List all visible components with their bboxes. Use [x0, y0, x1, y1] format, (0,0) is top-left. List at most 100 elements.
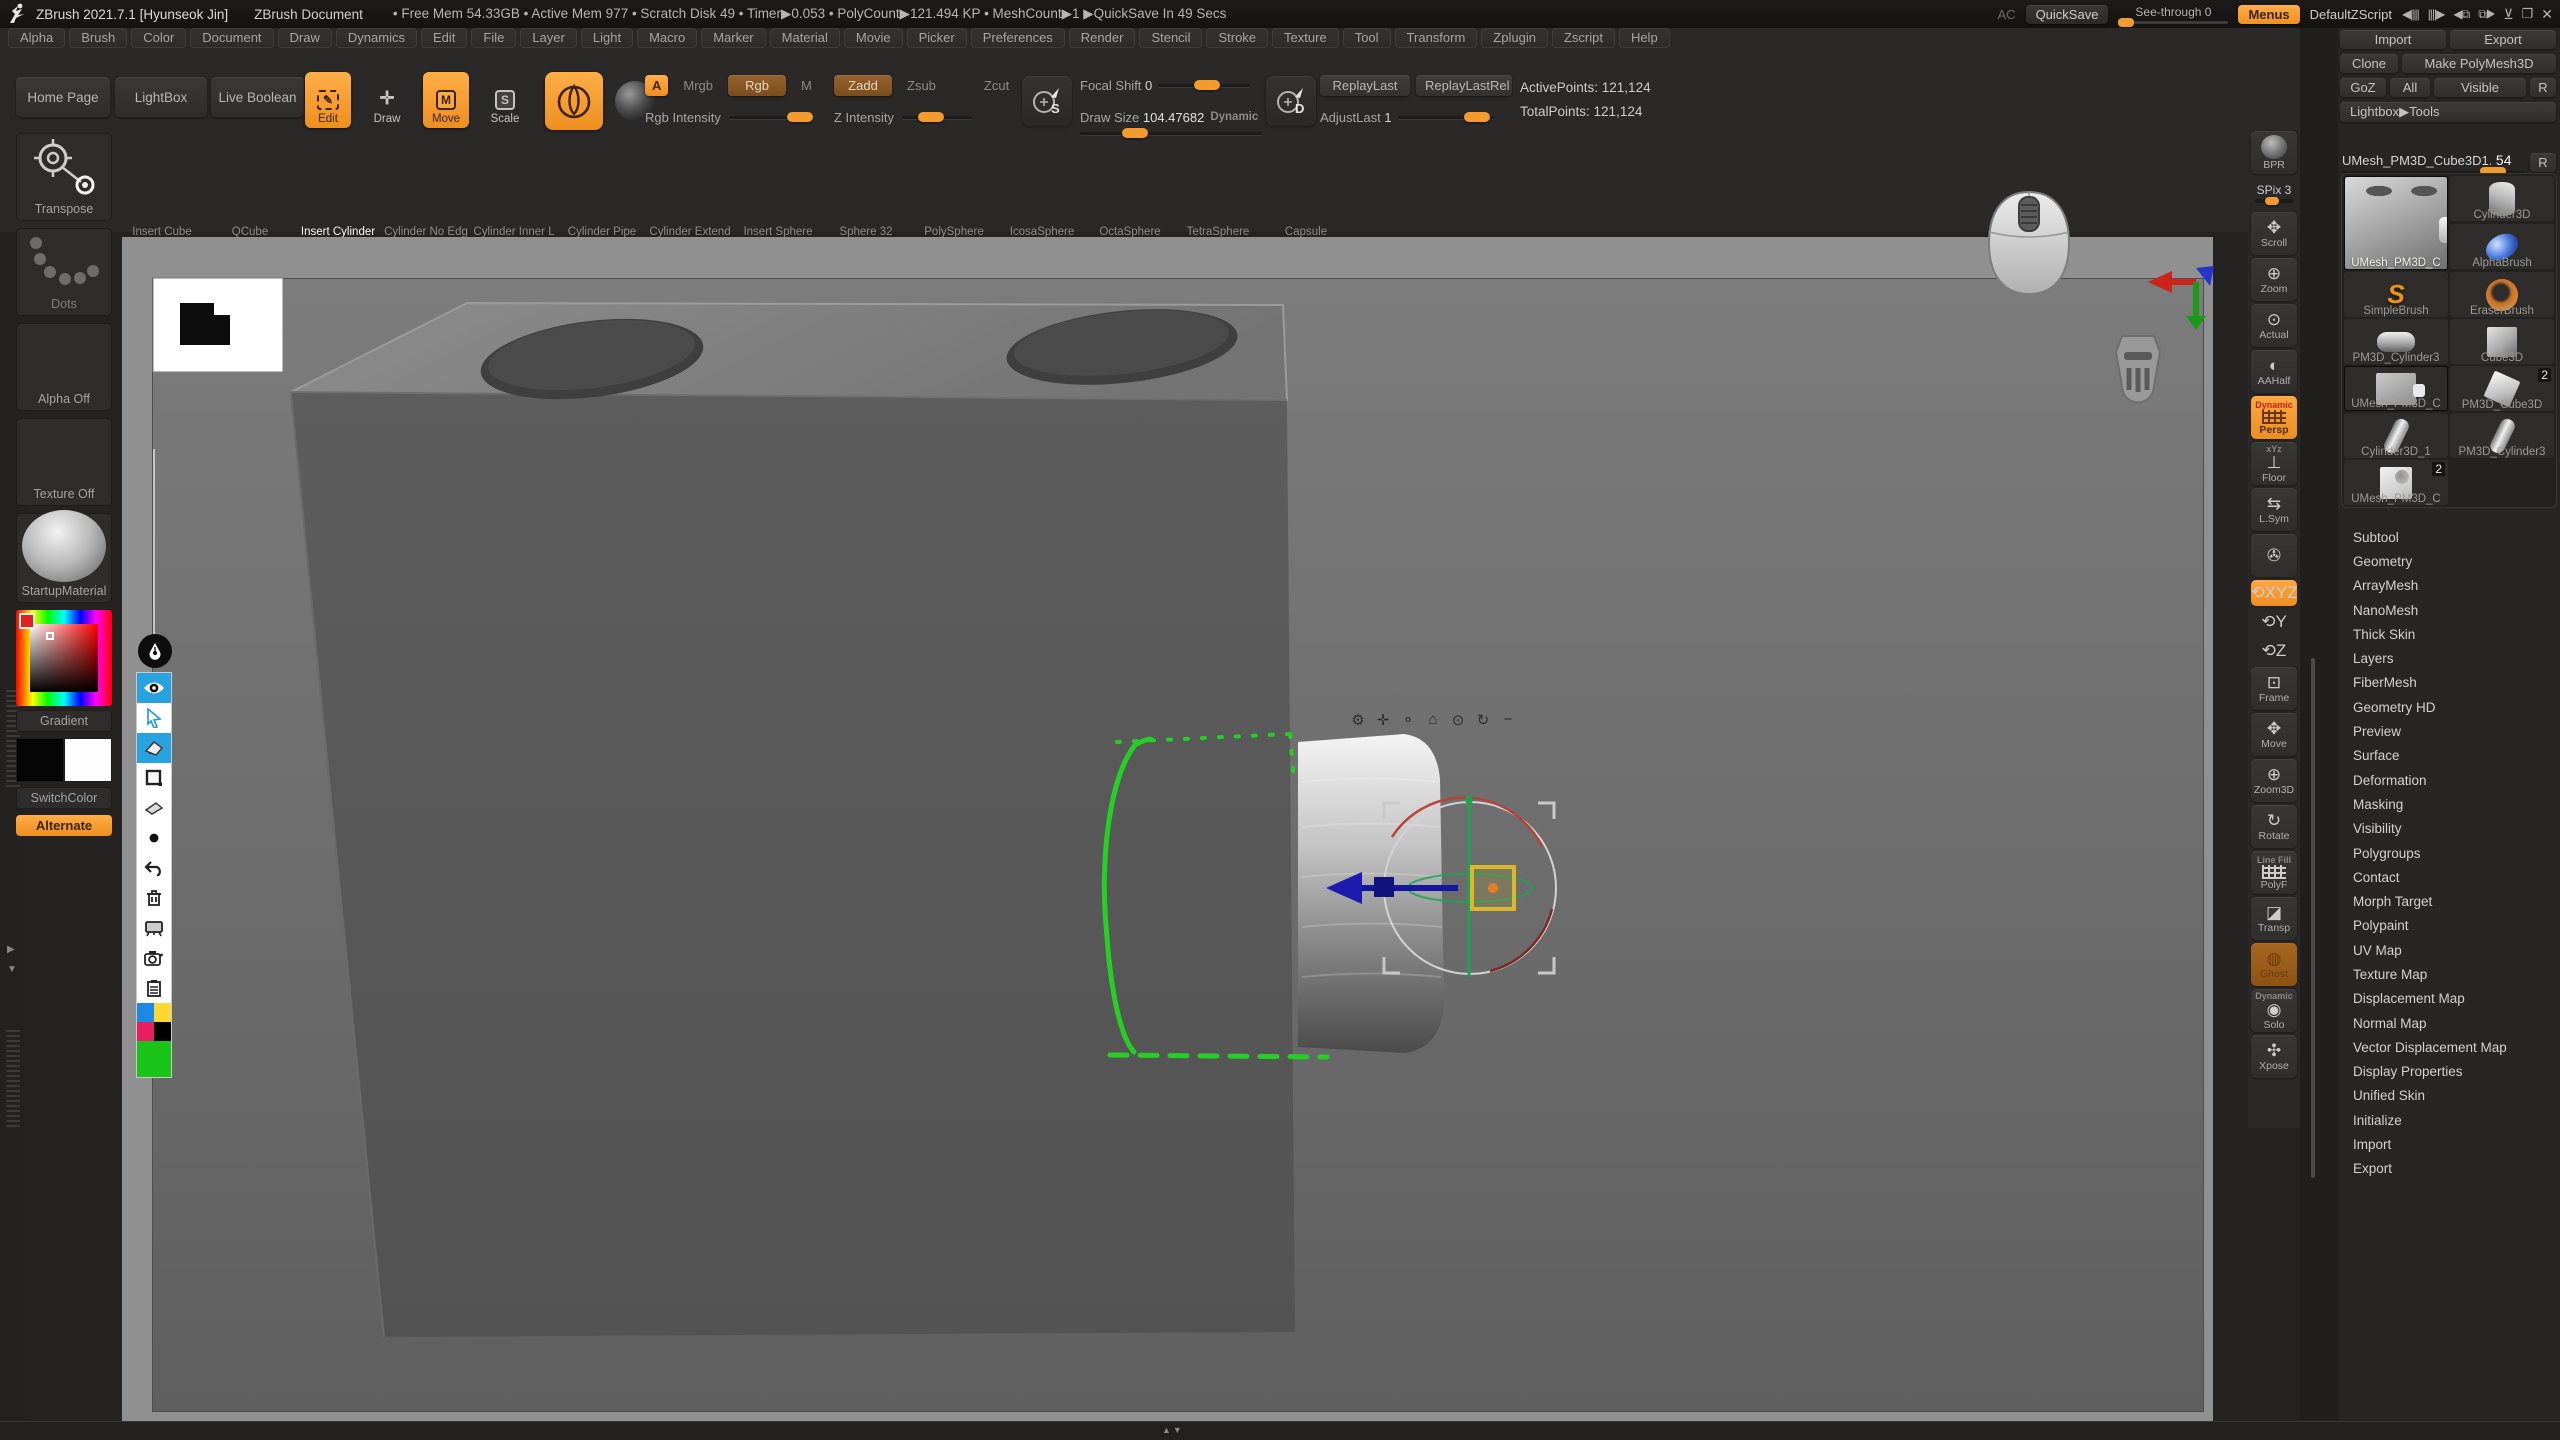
lightbox-tools-button[interactable]: Lightbox▶Tools: [2340, 102, 2556, 122]
annotation-dot-button[interactable]: [137, 823, 171, 853]
m-button[interactable]: M: [792, 75, 821, 96]
tool-pm3d-cube3d[interactable]: 2 PM3D_Cube3D: [2450, 366, 2554, 411]
minimize-button[interactable]: ⊻: [2503, 6, 2512, 23]
brush-insert-cube[interactable]: Insert Cube: [118, 156, 206, 238]
a-button[interactable]: A: [645, 75, 668, 96]
dock-right-icon[interactable]: ⧉▶: [2478, 7, 2494, 22]
section-item[interactable]: Unified Skin: [2338, 1084, 2560, 1108]
gizmo-toolbar[interactable]: ⚙ ✛ ⚬ ⌂ ⊙ ↻ −: [1350, 711, 1516, 729]
annotation-marker-button[interactable]: [137, 793, 171, 823]
menu-item[interactable]: Macro: [637, 28, 697, 48]
section-item[interactable]: Subtool: [2338, 525, 2560, 549]
transparency-button[interactable]: ◪ Transp: [2251, 897, 2297, 940]
menu-item[interactable]: File: [471, 28, 516, 48]
section-item[interactable]: ArrayMesh: [2338, 574, 2560, 598]
dock-left-icon[interactable]: ◀⧉: [2453, 7, 2469, 22]
brush-sphere-32[interactable]: Sphere 32: [822, 156, 910, 238]
mrgb-button[interactable]: Mrgb: [674, 75, 722, 96]
curve-picker-button[interactable]: D: [1266, 76, 1316, 126]
menu-item[interactable]: Movie: [844, 28, 903, 48]
zcut-button[interactable]: Zcut: [975, 75, 1018, 96]
color-picker[interactable]: [16, 610, 112, 706]
brush-tetrasphere[interactable]: TetraSphere: [1174, 156, 1262, 238]
menu-item[interactable]: Document: [190, 28, 273, 48]
goz-visible-button[interactable]: Visible: [2434, 78, 2526, 97]
menu-item[interactable]: Light: [581, 28, 633, 48]
section-item[interactable]: NanoMesh: [2338, 598, 2560, 622]
frame-button[interactable]: ⊡ Frame: [2251, 667, 2297, 710]
brush-qcube[interactable]: QCube: [206, 156, 294, 238]
move-3d-button[interactable]: ✥ Move: [2251, 713, 2297, 756]
gizmo-collapse-icon[interactable]: −: [1500, 711, 1516, 729]
edit-mode-button[interactable]: ✎ Edit: [305, 72, 351, 128]
default-zscript-button[interactable]: DefaultZScript: [2310, 7, 2392, 22]
section-item[interactable]: Vector Displacement Map: [2338, 1035, 2560, 1059]
section-item[interactable]: FiberMesh: [2338, 671, 2560, 695]
cube-mesh[interactable]: [291, 299, 1295, 1337]
palette-magenta-swatch[interactable]: [137, 1022, 154, 1041]
z-intensity-slider[interactable]: [902, 116, 972, 119]
section-item[interactable]: Masking: [2338, 792, 2560, 816]
spix-slider[interactable]: SPix 3: [2251, 177, 2297, 209]
clone-button[interactable]: Clone: [2340, 54, 2398, 73]
annotation-board-button[interactable]: [137, 913, 171, 943]
floor-button[interactable]: xYz ⊥ Floor: [2251, 442, 2297, 485]
tool-umesh-pm3d-cube-active[interactable]: UMesh_PM3D_C: [2344, 176, 2448, 270]
local-symmetry-button[interactable]: ⇆ L.Sym: [2251, 488, 2297, 531]
rgb-button[interactable]: Rgb: [728, 75, 786, 96]
tool-export-button[interactable]: Export: [2450, 30, 2556, 49]
menu-item[interactable]: Help: [1619, 28, 1670, 48]
annotation-undo-button[interactable]: [137, 853, 171, 883]
scrub-right-icon[interactable]: ||||▶: [2428, 7, 2445, 21]
goz-button[interactable]: GoZ: [2340, 78, 2386, 97]
restore-button[interactable]: ❐: [2522, 6, 2533, 22]
section-item[interactable]: Deformation: [2338, 768, 2560, 792]
ghost-button[interactable]: ◍ Ghost: [2251, 943, 2297, 986]
section-item[interactable]: Thick Skin: [2338, 622, 2560, 646]
palette-black-swatch[interactable]: [154, 1022, 171, 1041]
section-item[interactable]: Display Properties: [2338, 1060, 2560, 1084]
brush-cylinder-inner-l[interactable]: Cylinder Inner L: [470, 156, 558, 238]
brush-capsule[interactable]: Capsule: [1262, 156, 1350, 238]
saturation-square[interactable]: [30, 624, 98, 692]
section-item[interactable]: Geometry: [2338, 549, 2560, 573]
annotation-rectangle-button[interactable]: [137, 763, 171, 793]
menu-item[interactable]: Dynamics: [336, 28, 417, 48]
brush-octasphere[interactable]: OctaSphere: [1086, 156, 1174, 238]
see-through-slider[interactable]: See-through 0: [2118, 5, 2228, 24]
aahalf-button[interactable]: ◐ AAHalf: [2251, 350, 2297, 393]
scrub-left-icon[interactable]: ◀||||: [2402, 7, 2419, 21]
section-item[interactable]: Displacement Map: [2338, 987, 2560, 1011]
spix-slider-track[interactable]: [2255, 199, 2293, 203]
annotation-eraser-button[interactable]: [137, 733, 171, 763]
section-item[interactable]: Geometry HD: [2338, 695, 2560, 719]
annotation-cursor-button[interactable]: [137, 703, 171, 733]
rotate-z-button[interactable]: ⟲Z: [2251, 638, 2297, 664]
quicksave-button[interactable]: QuickSave: [2026, 5, 2109, 24]
section-item[interactable]: Export: [2338, 1157, 2560, 1181]
brush-cylinder-pipe[interactable]: Cylinder Pipe: [558, 156, 646, 238]
brush-cylinder-extend[interactable]: Cylinder Extend: [646, 156, 734, 238]
palette-green-active-swatch[interactable]: [137, 1041, 171, 1077]
gizmo-gear-icon[interactable]: ⚙: [1350, 711, 1366, 729]
active-tool-slider[interactable]: UMesh_PM3D_Cube3D1. 54: [2342, 152, 2524, 173]
annotation-trash-button[interactable]: [137, 883, 171, 913]
section-item[interactable]: Morph Target: [2338, 889, 2560, 913]
zoom3d-button[interactable]: ⊕ Zoom3D: [2251, 759, 2297, 802]
polyframe-button[interactable]: Line Fill PolyF: [2251, 851, 2297, 894]
section-item[interactable]: Preview: [2338, 719, 2560, 743]
palette-yellow-swatch[interactable]: [154, 1003, 171, 1022]
brush-insert-cylinder[interactable]: Insert Cylinder: [294, 156, 382, 238]
actual-button[interactable]: ⊙ Actual: [2251, 304, 2297, 347]
secondary-color-swatch[interactable]: [64, 738, 112, 782]
section-item[interactable]: Normal Map: [2338, 1011, 2560, 1035]
menu-item[interactable]: Preferences: [971, 28, 1065, 48]
annotation-clipboard-button[interactable]: [137, 973, 171, 1003]
xpose-button[interactable]: ✣ Xpose: [2251, 1035, 2297, 1078]
panel-scrollbar[interactable]: [2311, 658, 2315, 1178]
draw-mode-button[interactable]: ✛ Draw: [364, 72, 410, 128]
brush-polysphere[interactable]: PolySphere: [910, 156, 998, 238]
replay-last-button[interactable]: ReplayLast: [1320, 75, 1410, 96]
section-item[interactable]: Contact: [2338, 865, 2560, 889]
section-item[interactable]: Polypaint: [2338, 914, 2560, 938]
